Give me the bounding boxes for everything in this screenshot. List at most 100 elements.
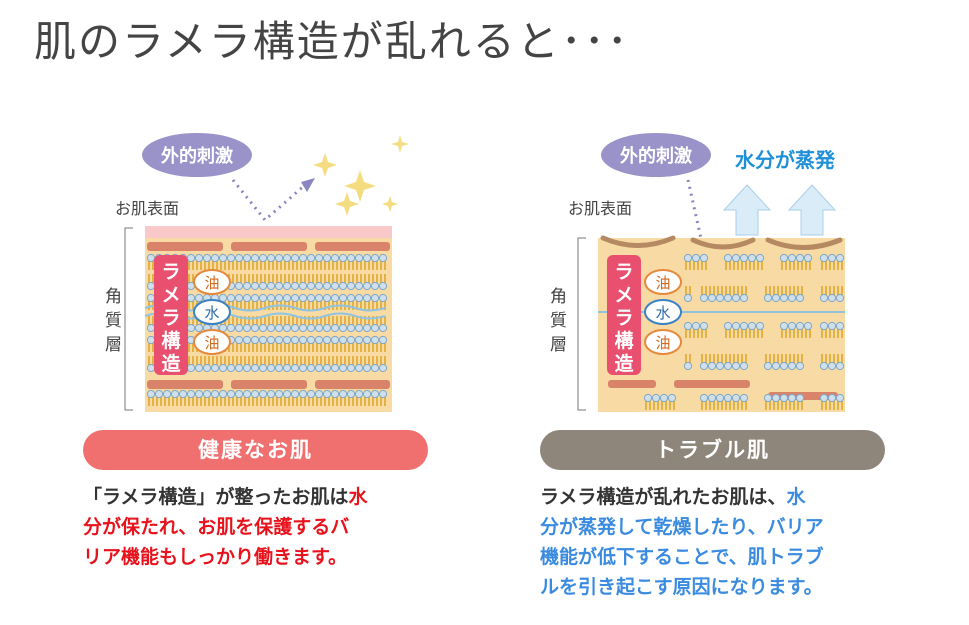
lipid-head (274, 363, 284, 373)
description-text: ラメラ構造が乱れたお肌は、 (540, 486, 787, 508)
lipid-head (194, 363, 204, 373)
lipid-head (378, 281, 388, 291)
lipid-head (699, 393, 709, 403)
lipid-head (795, 293, 805, 303)
lipid-head (779, 293, 789, 303)
lipid-head (234, 293, 244, 303)
lipid-head (362, 253, 372, 263)
lipid-head (370, 389, 380, 399)
lipid-head (242, 335, 252, 345)
skin-surface (145, 226, 392, 238)
lipid-head (378, 253, 388, 263)
lipid-bar (315, 380, 390, 389)
lipid-head (771, 293, 781, 303)
lipid-head (290, 253, 300, 263)
description-text: 「ラメラ構造」が整ったお肌は (83, 486, 349, 508)
lamellar-label-1: ラ (614, 261, 633, 283)
lipid-head (827, 293, 837, 303)
lipid-head (787, 293, 797, 303)
lipid-head (258, 293, 268, 303)
trouble-skin-panel: 外的刺激 水分が蒸発 お肌表面 角 質 層 ラ メ ラ 構 造 油 水 油 トラ… (488, 130, 948, 620)
description-highlight: 機能が低下することで、肌トラブ (540, 546, 824, 568)
lipid-head (819, 253, 829, 263)
lipid-head (795, 321, 805, 331)
lipid-head (146, 335, 156, 345)
lipid-head (731, 361, 741, 371)
lipid-head (370, 253, 380, 263)
lipid-head (779, 253, 789, 263)
lipid-head (683, 361, 693, 371)
lipid-head (306, 293, 316, 303)
lipid-head (763, 293, 773, 303)
lipid-head (378, 389, 388, 399)
lipid-head (226, 253, 236, 263)
stimulus-label: 外的刺激 (161, 145, 233, 167)
lipid-head (218, 253, 228, 263)
lipid-head (258, 363, 268, 373)
lipid-head (731, 321, 741, 331)
lipid-head (330, 323, 340, 333)
lipid-head (691, 253, 701, 263)
description-line: 分が蒸発して乾燥したり、バリア (540, 512, 950, 542)
description-highlight: 水 (786, 486, 806, 508)
lipid-head (258, 335, 268, 345)
lipid-head (306, 281, 316, 291)
lipid-head (314, 281, 324, 291)
lipid-head (226, 293, 236, 303)
lipid-head (298, 335, 308, 345)
lipid-bar (231, 242, 307, 251)
lipid-head (250, 323, 260, 333)
description-line: 機能が低下することで、肌トラブ (540, 542, 950, 572)
lipid-head (258, 253, 268, 263)
lipid-head (755, 253, 765, 263)
lipid-head (835, 361, 845, 371)
lipid-head (835, 253, 845, 263)
lamellar-label-4: 構 (161, 329, 180, 352)
lipid-head (651, 393, 661, 403)
lipid-head (723, 321, 733, 331)
water-label: 水 (204, 304, 219, 322)
lipid-head (699, 293, 709, 303)
lipid-head (306, 363, 316, 373)
lamellar-label-3: ラ (614, 307, 633, 329)
lipid-head (330, 389, 340, 399)
lipid-head (186, 389, 196, 399)
lipid-head (178, 389, 188, 399)
lipid-head (322, 253, 332, 263)
lipid-head (194, 389, 204, 399)
lipid-head (795, 361, 805, 371)
lipid-head (314, 253, 324, 263)
lipid-head (274, 293, 284, 303)
lipid-head (274, 281, 284, 291)
lipid-head (250, 253, 260, 263)
lipid-head (723, 253, 733, 263)
lipid-head (707, 361, 717, 371)
lipid-head (835, 293, 845, 303)
lipid-head (242, 281, 252, 291)
lipid-head (739, 293, 749, 303)
lipid-head (242, 253, 252, 263)
lipid-head (731, 253, 741, 263)
lipid-head (354, 293, 364, 303)
layer-label-1: 角 (105, 287, 122, 307)
lipid-head (202, 253, 212, 263)
lipid-head (170, 389, 180, 399)
lipid-head (306, 389, 316, 399)
description-highlight: 分が蒸発して乾燥したり、バリア (540, 516, 824, 538)
healthy-skin-diagram: 外的刺激 お肌表面 角 質 層 ラ メ ラ 構 造 油 水 油 (105, 133, 409, 412)
lipid-head (146, 281, 156, 291)
surface-label: お肌表面 (568, 199, 632, 218)
lipid-head (378, 363, 388, 373)
lipid-head (242, 323, 252, 333)
lipid-bar (674, 380, 750, 388)
evaporation-label: 水分が蒸発 (735, 148, 836, 172)
healthy-skin-panel: 外的刺激 お肌表面 角 質 層 ラ メ ラ 構 造 油 水 油 健康なお肌 「ラ… (25, 130, 485, 620)
lipid-head (787, 321, 797, 331)
water-label: 水 (655, 304, 670, 322)
lipid-head (819, 293, 829, 303)
lipid-head (314, 293, 324, 303)
lipid-head (274, 253, 284, 263)
lipid-head (827, 393, 837, 403)
lipid-head (290, 323, 300, 333)
lipid-head (370, 335, 380, 345)
